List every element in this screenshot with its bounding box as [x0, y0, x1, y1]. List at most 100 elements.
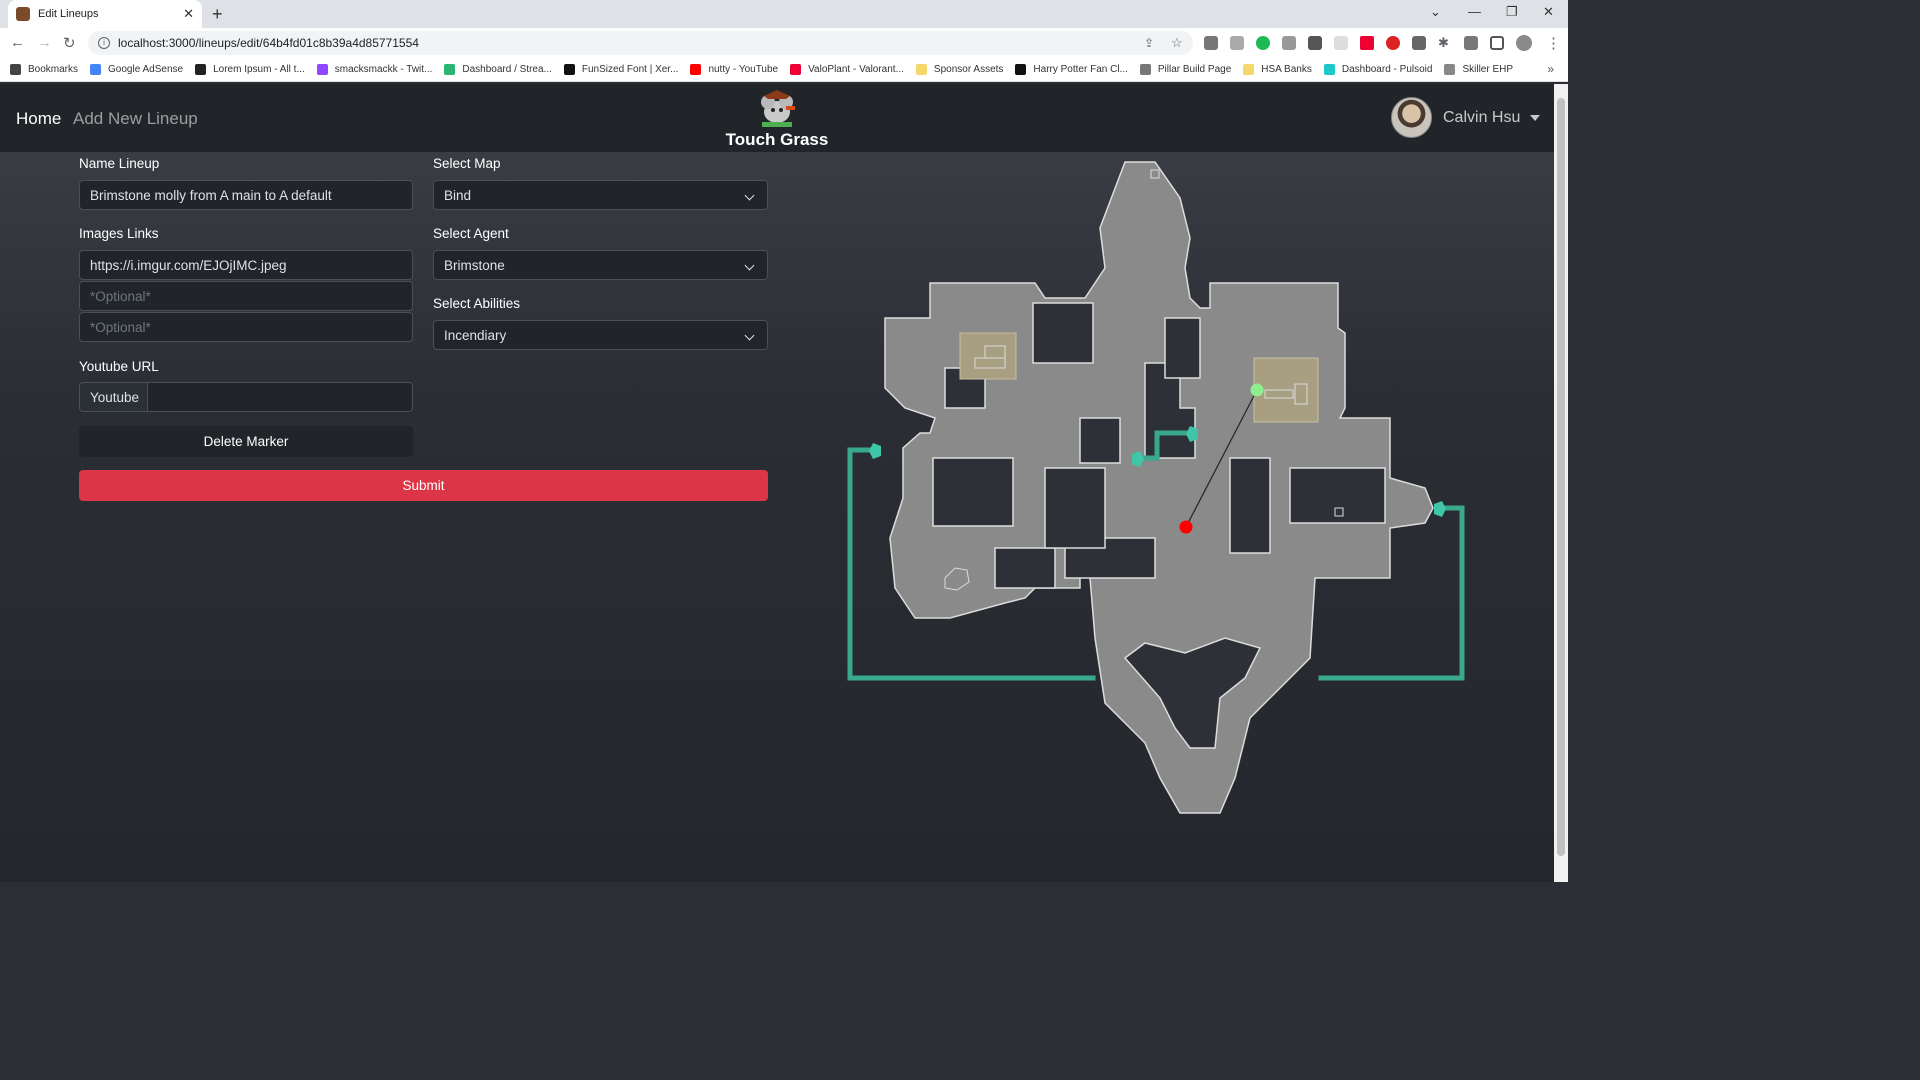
map-canvas[interactable]: [845, 158, 1470, 818]
new-tab-icon[interactable]: +: [212, 4, 223, 25]
url-text: localhost:3000/lineups/edit/64b4fd01c8b3…: [118, 36, 419, 50]
bookmark-item[interactable]: Harry Potter Fan Cl...: [1015, 64, 1128, 75]
address-bar[interactable]: i localhost:3000/lineups/edit/64b4fd01c8…: [88, 31, 1193, 55]
page-scrollbar[interactable]: [1554, 84, 1568, 882]
image-link-input-3[interactable]: *Optional*: [79, 312, 413, 342]
site-info-icon[interactable]: i: [98, 37, 110, 49]
profile-avatar-icon[interactable]: [1516, 35, 1532, 51]
select-agent-label: Select Agent: [433, 226, 509, 241]
youtube-url-input[interactable]: [147, 382, 413, 412]
extensions-puzzle-icon[interactable]: ✱: [1438, 35, 1449, 51]
bookmark-star-icon[interactable]: ☆: [1171, 35, 1183, 51]
bookmark-item[interactable]: smacksmackk - Twit...: [316, 64, 432, 75]
chevron-down-icon: [1530, 114, 1541, 121]
bookmarks-overflow-icon[interactable]: »: [1547, 62, 1554, 76]
bookmark-item[interactable]: Skiller EHP: [1444, 64, 1513, 75]
bookmark-label: Google AdSense: [108, 64, 184, 75]
app-root: Home Add New Lineup Touch Grass Calvin H…: [0, 84, 1568, 882]
abilities-select[interactable]: Incendiary: [433, 320, 768, 350]
bookmark-favicon-icon: [10, 64, 21, 75]
browser-tab-strip: Edit Lineups ✕ + ⌄ — ❐ ✕: [0, 0, 1568, 28]
delete-marker-button[interactable]: Delete Marker: [79, 426, 413, 457]
close-window-icon[interactable]: ✕: [1543, 4, 1554, 20]
avatar: [1391, 97, 1432, 138]
browser-tab[interactable]: Edit Lineups ✕: [8, 0, 202, 28]
bookmark-favicon-icon: [790, 64, 802, 75]
bookmark-label: nutty - YouTube: [708, 64, 779, 75]
minimize-icon[interactable]: —: [1468, 4, 1481, 19]
bookmark-item[interactable]: FunSized Font | Xer...: [563, 64, 678, 75]
extension-icon[interactable]: [1334, 36, 1348, 50]
bookmark-item[interactable]: Sponsor Assets: [915, 64, 1003, 75]
lineup-throw-marker[interactable]: [1179, 520, 1193, 534]
bookmark-favicon-icon: [1444, 64, 1456, 75]
bookmark-item[interactable]: ValoPlant - Valorant...: [790, 64, 904, 75]
teleporter-endpoint-icon: [869, 443, 881, 459]
bookmark-item[interactable]: HSA Banks: [1243, 64, 1312, 75]
reload-icon[interactable]: ↻: [63, 34, 76, 52]
extension-icon[interactable]: [1412, 36, 1426, 50]
bookmark-favicon-icon: [444, 64, 456, 75]
bookmark-item[interactable]: Bookmarks: [10, 64, 78, 75]
tab-title: Edit Lineups: [38, 8, 99, 20]
menu-kebab-icon[interactable]: ⋮: [1546, 34, 1561, 52]
extension-icon[interactable]: [1230, 36, 1244, 50]
bookmark-item[interactable]: nutty - YouTube: [690, 64, 778, 75]
select-abilities-label: Select Abilities: [433, 296, 521, 311]
bookmark-favicon-icon: [1139, 64, 1151, 75]
user-menu[interactable]: Calvin Hsu: [1391, 97, 1541, 138]
bookmarks-bar: Bookmarks Google AdSense Lorem Ipsum - All…: [0, 58, 1568, 82]
close-tab-icon[interactable]: ✕: [183, 6, 194, 22]
bookmark-item[interactable]: Google AdSense: [90, 64, 183, 75]
back-icon[interactable]: ←: [10, 34, 25, 51]
brand-name: Touch Grass: [725, 130, 829, 149]
name-lineup-input[interactable]: Brimstone molly from A main to A default: [79, 180, 413, 210]
maximize-icon[interactable]: ❐: [1506, 4, 1518, 20]
bookmark-favicon-icon: [915, 64, 927, 75]
map-select[interactable]: Bind: [433, 180, 768, 210]
bookmark-favicon-icon: [1243, 64, 1255, 75]
site-b-area: [959, 332, 1017, 380]
bookmark-item[interactable]: Lorem Ipsum - All t...: [195, 64, 305, 75]
scrollbar-thumb[interactable]: [1557, 98, 1565, 856]
bookmark-item[interactable]: Dashboard / Strea...: [444, 64, 552, 75]
bookmark-label: Dashboard / Strea...: [462, 64, 552, 75]
side-panel-icon[interactable]: [1490, 36, 1504, 50]
tab-search-icon[interactable]: ⌄: [1430, 4, 1441, 20]
bookmark-label: Skiller EHP: [1462, 64, 1514, 75]
bookmark-favicon-icon: [690, 64, 702, 75]
nav-add-lineup-link[interactable]: Add New Lineup: [73, 109, 198, 129]
browser-toolbar: ← → ↻ i localhost:3000/lineups/edit/64b4…: [0, 28, 1568, 58]
tab-favicon-icon: [16, 7, 30, 21]
image-link-input-1[interactable]: https://i.imgur.com/EJOjIMC.jpeg: [79, 250, 413, 280]
bookmark-item[interactable]: Pillar Build Page: [1139, 64, 1231, 75]
bookmark-favicon-icon: [1015, 64, 1027, 75]
share-icon[interactable]: ⇪: [1144, 36, 1154, 50]
submit-button[interactable]: Submit: [79, 470, 768, 501]
select-map-label: Select Map: [433, 156, 501, 171]
extension-icon[interactable]: [1204, 36, 1218, 50]
image-link-input-2[interactable]: *Optional*: [79, 281, 413, 311]
extension-icon[interactable]: [1308, 36, 1322, 50]
lineup-landing-marker[interactable]: [1250, 383, 1264, 397]
bookmark-item[interactable]: Dashboard - Pulsoid: [1323, 64, 1433, 75]
extension-icon[interactable]: [1256, 36, 1270, 50]
agent-select[interactable]: Brimstone: [433, 250, 768, 280]
teleporter-endpoint-icon: [1434, 501, 1446, 517]
youtube-prefix: Youtube: [79, 382, 148, 412]
extension-icon[interactable]: [1360, 36, 1374, 50]
forward-icon[interactable]: →: [37, 34, 52, 51]
extension-icon[interactable]: [1386, 36, 1400, 50]
bookmark-favicon-icon: [316, 64, 328, 75]
brand-logo-icon: [756, 86, 798, 128]
brand[interactable]: Touch Grass: [716, 86, 838, 152]
nav-home-link[interactable]: Home: [16, 109, 61, 129]
youtube-url-label: Youtube URL: [79, 359, 159, 374]
cast-icon[interactable]: [1464, 36, 1478, 50]
bookmark-label: Bookmarks: [28, 64, 79, 75]
bookmark-label: Harry Potter Fan Cl...: [1033, 64, 1128, 75]
top-navbar: Home Add New Lineup Touch Grass Calvin H…: [0, 84, 1554, 152]
extension-icon[interactable]: [1282, 36, 1296, 50]
bookmark-label: ValoPlant - Valorant...: [808, 64, 904, 75]
bookmark-label: Dashboard - Pulsoid: [1341, 64, 1433, 75]
